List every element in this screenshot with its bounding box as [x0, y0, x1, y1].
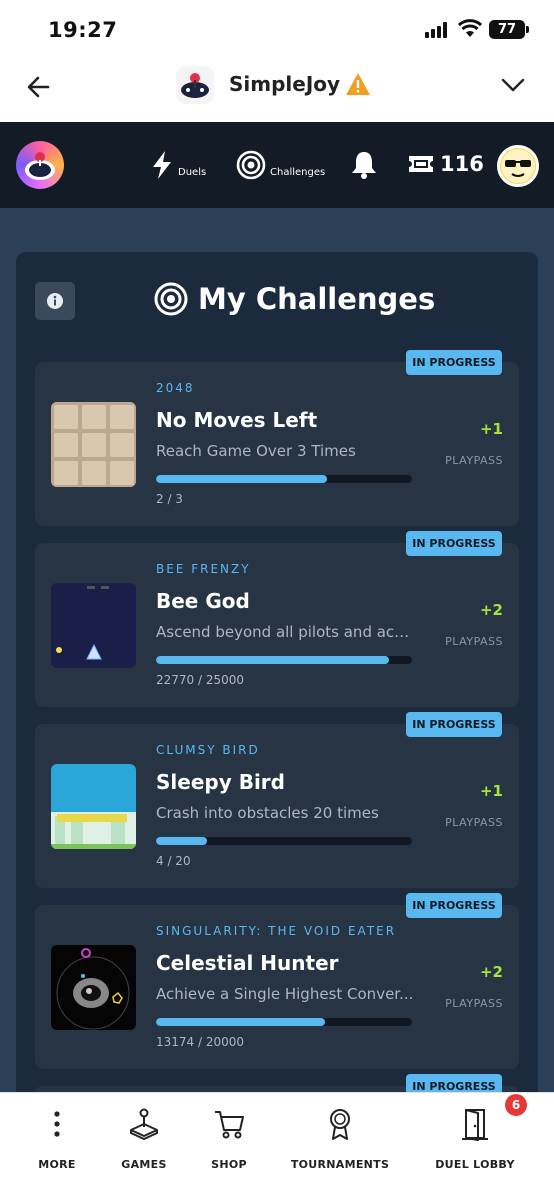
- tab-label: SHOP: [211, 1158, 247, 1171]
- info-button[interactable]: [35, 282, 75, 320]
- tab-tournaments[interactable]: TOURNAMENTS: [290, 1107, 390, 1171]
- challenge-card[interactable]: 2048 No Moves Left Reach Game Over 3 Tim…: [35, 362, 519, 526]
- status-badge: IN PROGRESS: [406, 350, 502, 375]
- tab-games[interactable]: GAMES: [118, 1107, 170, 1171]
- tab-label: MORE: [38, 1158, 76, 1171]
- user-avatar[interactable]: [497, 145, 539, 187]
- chevron-down-icon[interactable]: [500, 74, 526, 96]
- site-nav: Duels Challenges 116: [0, 122, 554, 208]
- status-badge: IN PROGRESS: [406, 712, 502, 737]
- page-content: My Challenges 2048 No Moves Left Reach G…: [0, 208, 554, 1092]
- ticket-balance[interactable]: 116: [408, 152, 484, 176]
- tab-label: TOURNAMENTS: [290, 1158, 390, 1171]
- notification-badge: 6: [505, 1094, 527, 1116]
- challenges-panel: My Challenges 2048 No Moves Left Reach G…: [16, 252, 538, 1092]
- nav-duels[interactable]: Duels: [150, 150, 206, 180]
- ticket-icon: [409, 156, 433, 172]
- reward-amount: +1: [479, 420, 503, 438]
- progress-count: 22770 / 25000: [156, 673, 245, 687]
- bottom-tab-bar: MORE GAMES SHOP TOURNAMENTS DUEL LOBBY: [0, 1092, 554, 1200]
- warning-icon[interactable]: [345, 72, 371, 96]
- reward-amount: +2: [479, 963, 503, 981]
- status-badge: IN PROGRESS: [406, 1074, 502, 1092]
- status-time: 19:27: [48, 18, 118, 42]
- tab-duel-lobby[interactable]: DUEL LOBBY: [430, 1107, 520, 1171]
- challenge-game: BEE FRENZY: [156, 562, 251, 576]
- cart-icon: [215, 1111, 244, 1139]
- target-icon: [236, 150, 266, 180]
- wifi-icon: [458, 19, 482, 37]
- challenge-description: Crash into obstacles 20 times: [156, 804, 379, 822]
- challenge-card[interactable]: BEE FRENZY Bee God Ascend beyond all pil…: [35, 543, 519, 707]
- progress-bar: [156, 1018, 412, 1026]
- progress-bar: [156, 656, 412, 664]
- game-thumbnail: [51, 402, 136, 487]
- joystick-icon: [130, 1108, 158, 1140]
- app-logo: [176, 66, 214, 104]
- ticket-count: 116: [440, 152, 484, 176]
- status-badge: IN PROGRESS: [406, 531, 502, 556]
- progress-bar: [156, 837, 412, 845]
- challenge-game: CLUMSY BIRD: [156, 743, 260, 757]
- battery-icon: 77: [489, 20, 529, 39]
- reward-amount: +2: [479, 601, 503, 619]
- nav-duels-label: Duels: [178, 166, 207, 178]
- challenge-title: Sleepy Bird: [156, 770, 285, 794]
- reward-label: PLAYPASS: [445, 635, 503, 648]
- challenge-game: SINGULARITY: THE VOID EATER: [156, 924, 397, 938]
- nav-challenges[interactable]: Challenges: [236, 150, 325, 180]
- challenge-description: Ascend beyond all pilots and achi...: [156, 623, 414, 641]
- door-icon: [462, 1109, 488, 1141]
- signal-icon: [425, 22, 451, 38]
- challenge-description: Achieve a Single Highest Conver...: [156, 985, 414, 1003]
- reward-label: PLAYPASS: [445, 997, 503, 1010]
- reward-amount: +1: [479, 782, 503, 800]
- progress-count: 13174 / 20000: [156, 1035, 245, 1049]
- target-icon: [154, 282, 188, 316]
- challenge-title: Celestial Hunter: [156, 951, 339, 975]
- status-badge: IN PROGRESS: [406, 893, 502, 918]
- reward-label: PLAYPASS: [445, 816, 503, 829]
- tab-label: DUEL LOBBY: [435, 1158, 515, 1171]
- tab-shop[interactable]: SHOP: [206, 1107, 252, 1171]
- more-dots-icon: [54, 1111, 60, 1137]
- game-thumbnail: [51, 583, 136, 668]
- progress-count: 4 / 20: [156, 854, 191, 868]
- site-logo[interactable]: [16, 141, 64, 189]
- lightning-icon: [153, 151, 171, 179]
- challenge-title: Bee God: [156, 589, 250, 613]
- challenge-card[interactable]: CLUMSY BIRD Sleepy Bird Crash into obsta…: [35, 724, 519, 888]
- challenge-title: No Moves Left: [156, 408, 318, 432]
- app-title: SimpleJoy: [229, 72, 341, 96]
- challenge-game: 2048: [156, 381, 195, 395]
- page-title-text: My Challenges: [198, 282, 436, 316]
- challenge-card[interactable]: SINGULARITY: THE VOID EATER Celestial Hu…: [35, 905, 519, 1069]
- nav-challenges-label: Challenges: [270, 166, 326, 178]
- tab-label: GAMES: [121, 1158, 167, 1171]
- page-title: My Challenges: [154, 282, 435, 316]
- award-icon: [330, 1109, 350, 1140]
- game-thumbnail: [51, 764, 136, 849]
- app-header: SimpleJoy: [0, 58, 554, 122]
- tab-more[interactable]: MORE: [37, 1107, 77, 1171]
- bell-icon[interactable]: [351, 150, 377, 180]
- challenge-description: Reach Game Over 3 Times: [156, 442, 356, 460]
- status-bar: 19:27 77: [0, 0, 554, 58]
- progress-count: 2 / 3: [156, 492, 183, 506]
- reward-label: PLAYPASS: [445, 454, 503, 467]
- game-thumbnail: [51, 945, 136, 1030]
- progress-bar: [156, 475, 412, 483]
- info-icon: [47, 293, 63, 309]
- back-arrow-icon[interactable]: [24, 72, 54, 102]
